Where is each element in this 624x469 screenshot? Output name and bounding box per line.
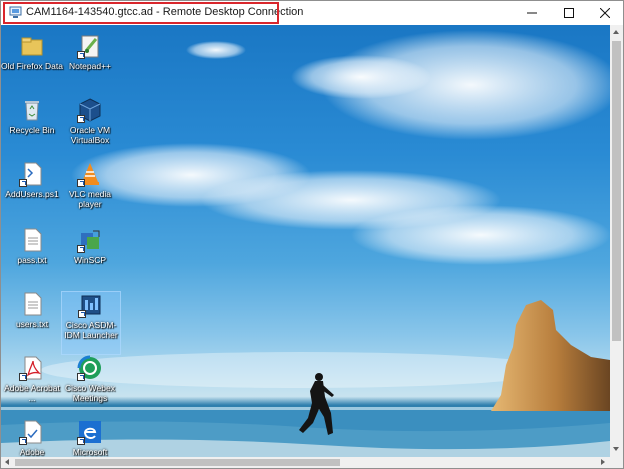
webex-icon (77, 355, 103, 381)
shortcut-arrow-icon (19, 179, 27, 187)
desktop-icon-addusers-ps1[interactable]: AddUsers.ps1 (1, 161, 63, 199)
shortcut-arrow-icon (78, 310, 86, 318)
desktop-icon-label: WinSCP (73, 255, 107, 265)
desktop-icon-microsoft-edge[interactable]: Microsoft (59, 419, 121, 457)
cisco-asdm-icon (78, 292, 104, 318)
close-icon (600, 8, 610, 18)
shortcut-arrow-icon (77, 179, 85, 187)
desktop-icon-label: Notepad++ (68, 61, 112, 71)
desktop-icon-label: Cisco Webex Meetings (65, 383, 115, 403)
minimize-button[interactable] (515, 1, 549, 25)
cloud (186, 41, 246, 59)
vlc-icon (77, 161, 103, 187)
close-button[interactable] (588, 1, 622, 25)
horizontal-scrollbar[interactable] (1, 457, 610, 468)
winscp-icon (77, 227, 103, 253)
virtualbox-icon (77, 97, 103, 123)
minimize-icon (527, 12, 537, 14)
title-bar[interactable]: CAM1164-143540.gtcc.ad - Remote Desktop … (1, 1, 623, 25)
shortcut-arrow-icon (77, 51, 85, 59)
desktop-icon-label: users.txt (15, 319, 49, 329)
remote-desktop-view[interactable]: Old Firefox Data Recycle Bin AddUsers.ps… (1, 25, 610, 457)
notepad-plus-plus-icon (77, 33, 103, 59)
text-file-icon (19, 291, 45, 317)
desktop-icon-cisco-webex-meetings[interactable]: Cisco Webex Meetings (59, 355, 121, 403)
desktop-icon-label: Oracle VM VirtualBox (69, 125, 111, 145)
vertical-scrollbar[interactable] (610, 25, 623, 457)
cloud (291, 55, 431, 99)
cloud (351, 205, 610, 265)
desktop-icon-recycle-bin[interactable]: Recycle Bin (1, 97, 63, 135)
shortcut-arrow-icon (77, 245, 85, 253)
desktop-icon-label: AddUsers.ps1 (5, 189, 59, 199)
text-file-icon (19, 227, 45, 253)
desktop-icon-label: Adobe Acrobat ... (4, 383, 60, 403)
adobe-acrobat-icon (19, 355, 45, 381)
recycle-bin-icon (19, 97, 45, 123)
sea-rock (491, 300, 610, 411)
desktop-icon-notepad-plus-plus[interactable]: Notepad++ (59, 33, 121, 71)
folder-icon (19, 33, 45, 59)
scroll-right-arrow-icon[interactable] (601, 459, 605, 465)
title-highlight-box (3, 2, 279, 24)
desktop-icon-label: Old Firefox Data (1, 61, 63, 71)
shortcut-arrow-icon (77, 115, 85, 123)
horizontal-scroll-thumb[interactable] (15, 459, 340, 466)
desktop-icon-old-firefox-data[interactable]: Old Firefox Data (1, 33, 63, 71)
desktop-icon-cisco-asdm-idm-launcher[interactable]: Cisco ASDM-IDM Launcher (61, 291, 121, 355)
desktop-icon-adobe-acrobat[interactable]: Adobe Acrobat ... (1, 355, 63, 403)
maximize-icon (564, 8, 574, 18)
vertical-scroll-thumb[interactable] (612, 41, 621, 341)
desktop-icon-label: VLC media player (68, 189, 112, 209)
remote-desktop-window: CAM1164-143540.gtcc.ad - Remote Desktop … (0, 0, 624, 469)
maximize-button[interactable] (552, 1, 586, 25)
edge-icon (77, 419, 103, 445)
scrollbar-corner (610, 457, 623, 468)
desktop-icon-users-txt[interactable]: users.txt (1, 291, 63, 329)
desktop-icon-oracle-vm-virtualbox[interactable]: Oracle VM VirtualBox (59, 97, 121, 145)
desktop-icon-label: Recycle Bin (9, 125, 55, 135)
scroll-down-arrow-icon[interactable] (613, 447, 619, 451)
desktop-icon-adobe[interactable]: Adobe (1, 419, 63, 457)
desktop-icon-winscp[interactable]: WinSCP (59, 227, 121, 265)
desktop-icon-label: pass.txt (17, 255, 47, 265)
shortcut-arrow-icon (19, 373, 27, 381)
adobe-icon (19, 419, 45, 445)
desktop-icon-pass-txt[interactable]: pass.txt (1, 227, 63, 265)
shortcut-arrow-icon (77, 373, 85, 381)
shortcut-arrow-icon (19, 437, 27, 445)
desktop-icon-vlc-media-player[interactable]: VLC media player (59, 161, 121, 209)
desktop-icon-label: Adobe (19, 447, 45, 457)
desktop-icon-label: Cisco ASDM-IDM Launcher (64, 320, 118, 340)
shortcut-arrow-icon (77, 437, 85, 445)
scroll-up-arrow-icon[interactable] (613, 30, 619, 34)
script-file-icon (19, 161, 45, 187)
desktop-icon-label: Microsoft (72, 447, 108, 457)
scroll-left-arrow-icon[interactable] (5, 459, 9, 465)
